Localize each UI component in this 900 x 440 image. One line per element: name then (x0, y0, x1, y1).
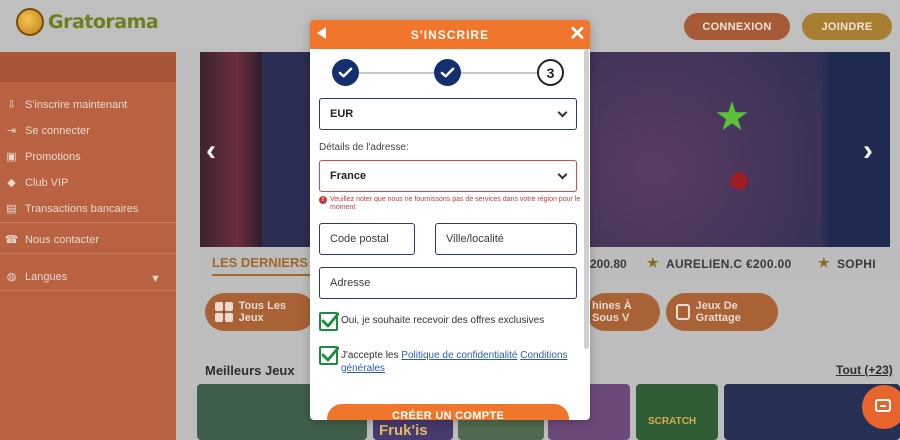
winner-entry: AURELIEN.C €200.00 (666, 257, 792, 271)
winner-entry: 200.80 (590, 257, 627, 271)
address-placeholder: Adresse (330, 277, 371, 289)
view-all-link[interactable]: Tout (+23) (836, 363, 893, 377)
banner-next-icon[interactable]: › (863, 134, 873, 168)
login-icon: ⇥ (6, 125, 17, 137)
sidebar-item-promotions[interactable]: ▣ Promotions (5, 150, 81, 164)
checkmark-icon (338, 67, 353, 78)
login-button[interactable]: CONNEXION (684, 13, 790, 40)
country-select[interactable]: France (319, 160, 577, 192)
sidebar-top-band (0, 52, 176, 82)
city-placeholder: Ville/localité (446, 233, 504, 245)
star-icon: ★ (818, 255, 830, 270)
globe-icon: ◍ (6, 271, 17, 283)
postal-code-field[interactable]: Code postal (319, 223, 415, 255)
signup-modal: S'INSCRIRE ✕ 3 EUR Détails de l'adresse:… (310, 20, 590, 420)
sidebar-item-label: Transactions bancaires (25, 202, 139, 215)
currency-value: EUR (330, 108, 354, 120)
sidebar-item-banking[interactable]: ▤ Transactions bancaires (5, 202, 139, 216)
step-3-current: 3 (537, 59, 564, 86)
category-all-games[interactable]: Tous Les Jeux (205, 293, 315, 331)
alert-icon: ! (319, 196, 327, 204)
chevron-down-icon (557, 107, 568, 118)
postal-code-placeholder: Code postal (330, 233, 389, 245)
sidebar-item-contact[interactable]: ☎ Nous contacter (4, 233, 99, 247)
terms-checkbox-label: J'accepte les Politique de confidentiali… (341, 349, 581, 375)
game-title: Fruk'is (379, 422, 428, 439)
chat-button[interactable] (862, 385, 900, 429)
site-logo[interactable]: Gratorama (16, 8, 159, 36)
close-icon[interactable]: ✕ (569, 24, 586, 44)
region-warning: ! Veuillez noter que nous ne fournissons… (319, 196, 581, 212)
city-field[interactable]: Ville/localité (435, 223, 577, 255)
winner-entry: SOPHI (837, 257, 876, 271)
banner-prev-icon[interactable]: ‹ (206, 134, 216, 168)
sidebar-item-label: Se connecter (25, 124, 90, 137)
sidebar-item-label: Langues (25, 270, 68, 283)
sidebar-item-signup[interactable]: ⇩ S'inscrire maintenant (5, 98, 128, 112)
logo-icon (16, 8, 44, 36)
offers-checkbox-label: Oui, je souhaite recevoir des offres exc… (341, 315, 545, 326)
gift-icon: ▣ (6, 151, 17, 163)
create-account-button[interactable]: CRÉER UN COMPTE (327, 404, 569, 420)
checkmark-icon (440, 67, 455, 78)
star-icon: ★ (714, 95, 750, 139)
category-label: Jeux De Grattage (695, 300, 741, 324)
country-value: France (330, 170, 367, 182)
privacy-policy-link[interactable]: Politique de confidentialité (401, 350, 517, 361)
category-label: hines À Sous V (592, 300, 632, 324)
diamond-icon: ◆ (7, 177, 16, 189)
address-field[interactable]: Adresse (319, 267, 577, 299)
section-title: Meilleurs Jeux (205, 363, 295, 378)
game-title: SCRATCH (648, 416, 697, 427)
region-warning-text: Veuillez noter que nous ne fournissons p… (330, 196, 581, 211)
cherry-icon (730, 172, 748, 190)
logo-text: Gratorama (48, 11, 159, 33)
category-scratch[interactable]: Jeux De Grattage (666, 293, 778, 331)
chevron-down-icon[interactable]: ▼ (150, 273, 161, 285)
bank-icon: ▤ (6, 203, 17, 215)
signup-icon: ⇩ (6, 99, 17, 111)
winners-underline (212, 274, 320, 276)
sidebar-divider (0, 290, 176, 291)
join-button[interactable]: JOINDRE (802, 13, 892, 40)
game-thumbnail[interactable]: SCRATCH (636, 384, 718, 440)
step-2-complete (434, 59, 461, 86)
sidebar: ⇩ S'inscrire maintenant ⇥ Se connecter ▣… (0, 52, 176, 440)
checkmark-icon (321, 346, 339, 362)
banner-art-right (828, 52, 890, 247)
sidebar-item-label: Promotions (25, 150, 81, 163)
winners-title: LES DERNIERS (212, 255, 309, 270)
offers-checkbox[interactable] (319, 312, 339, 331)
modal-title: S'INSCRIRE (410, 28, 490, 42)
terms-checkbox[interactable] (319, 346, 339, 365)
phone-icon: ☎ (4, 234, 19, 246)
modal-scrollbar[interactable] (584, 49, 589, 349)
sidebar-divider (0, 253, 176, 254)
star-icon: ★ (647, 255, 659, 270)
terms-prefix: J'accepte les (341, 350, 399, 361)
category-label: Tous Les Jeux (238, 300, 287, 324)
scratch-card-icon (676, 304, 690, 320)
checkmark-icon (321, 312, 339, 328)
currency-select[interactable]: EUR (319, 98, 577, 130)
chat-icon (875, 399, 891, 412)
sidebar-item-label: Club VIP (25, 176, 69, 189)
step-1-complete (332, 59, 359, 86)
sidebar-divider (0, 222, 176, 223)
modal-header: S'INSCRIRE ✕ (310, 20, 590, 49)
chevron-down-icon (557, 169, 568, 180)
sidebar-item-languages[interactable]: ◍ Langues (5, 270, 68, 284)
sidebar-item-label: S'inscrire maintenant (25, 98, 128, 111)
sidebar-item-login[interactable]: ⇥ Se connecter (5, 124, 90, 138)
category-slots[interactable]: hines À Sous V (586, 293, 660, 331)
sidebar-item-vip[interactable]: ◆ Club VIP (5, 176, 69, 190)
grid-icon (215, 302, 233, 322)
address-section-label: Détails de l'adresse: (319, 142, 409, 153)
sidebar-item-label: Nous contacter (25, 233, 99, 246)
